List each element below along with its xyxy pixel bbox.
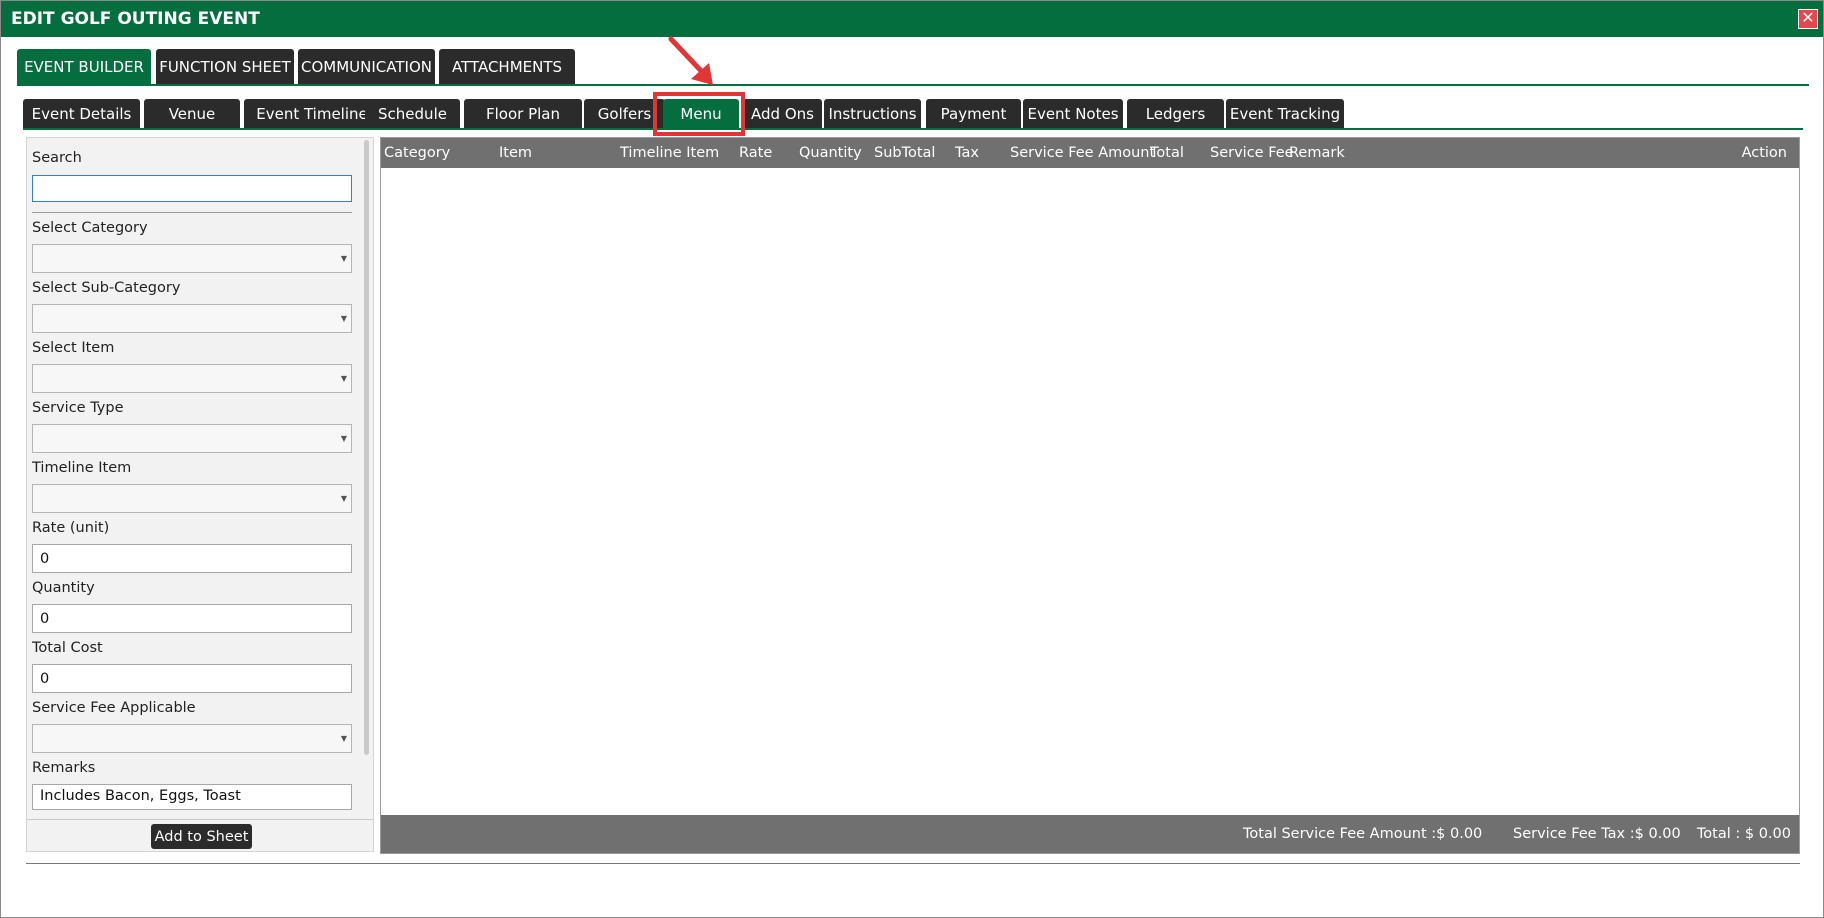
column-header-rate[interactable]: Rate — [739, 138, 772, 168]
column-header-action[interactable]: Action — [1742, 138, 1787, 168]
tab-payment[interactable]: Payment — [926, 99, 1021, 128]
column-header-tax[interactable]: Tax — [955, 138, 979, 168]
remarks-label: Remarks — [32, 760, 96, 776]
search-divider — [32, 212, 352, 213]
column-header-category[interactable]: Category — [384, 138, 450, 168]
service-fee-select[interactable]: ▼ — [32, 724, 352, 753]
total-cost-input[interactable]: 0 — [32, 664, 352, 693]
service-type-label: Service Type — [32, 400, 124, 416]
bottom-divider — [26, 863, 1800, 864]
close-icon[interactable]: ✕ — [1798, 9, 1818, 29]
remarks-input[interactable]: Includes Bacon, Eggs, Toast — [32, 784, 352, 810]
service-fee-tax: Service Fee Tax :$ 0.00 — [1513, 826, 1681, 842]
item-select[interactable]: ▼ — [32, 364, 352, 393]
tab-function-sheet[interactable]: FUNCTION SHEET — [156, 49, 294, 84]
tab-add-ons[interactable]: Add Ons — [743, 99, 822, 128]
tab-attachments[interactable]: ATTACHMENTS — [439, 49, 575, 84]
title-bar: EDIT GOLF OUTING EVENT ✕ — [1, 1, 1823, 37]
grand-total: Total : $ 0.00 — [1696, 826, 1791, 842]
quantity-label: Quantity — [32, 580, 95, 596]
grid-header-row: Category Item Timeline Item Rate Quantit… — [381, 138, 1799, 168]
chevron-down-icon: ▼ — [340, 254, 347, 263]
tab-ledgers[interactable]: Ledgers — [1127, 99, 1224, 128]
timeline-item-label: Timeline Item — [32, 460, 132, 476]
tab-floor-plan[interactable]: Floor Plan — [464, 99, 582, 128]
chevron-down-icon: ▼ — [340, 434, 347, 443]
menu-tab-highlight — [653, 92, 745, 136]
tab-event-timeline[interactable]: Event Timeline — [244, 99, 380, 128]
chevron-down-icon: ▼ — [340, 734, 347, 743]
column-header-service-fee-amount[interactable]: Service Fee Amount — [1010, 138, 1155, 168]
subcategory-label: Select Sub-Category — [32, 280, 181, 296]
tab-schedule[interactable]: Schedule — [365, 99, 460, 128]
item-label: Select Item — [32, 340, 115, 356]
grid-totals-footer: Total Service Fee Amount :$ 0.00 Service… — [381, 815, 1799, 853]
tab-instructions[interactable]: Instructions — [824, 99, 921, 128]
menu-item-form: Search Select Category ▼ Select Sub-Cate… — [26, 137, 374, 852]
subcategory-select[interactable]: ▼ — [32, 304, 352, 333]
category-label: Select Category — [32, 220, 148, 236]
column-header-item[interactable]: Item — [499, 138, 532, 168]
sub-tab-underline — [23, 128, 1803, 130]
tab-venue[interactable]: Venue — [144, 99, 240, 128]
chevron-down-icon: ▼ — [340, 374, 347, 383]
menu-items-grid: Category Item Timeline Item Rate Quantit… — [380, 137, 1800, 854]
total-cost-label: Total Cost — [32, 640, 103, 656]
column-header-remark[interactable]: Remark — [1289, 138, 1345, 168]
rate-input[interactable]: 0 — [32, 544, 352, 573]
column-header-service-fee[interactable]: Service Fee — [1210, 138, 1294, 168]
chevron-down-icon: ▼ — [340, 314, 347, 323]
edit-golf-outing-window: EDIT GOLF OUTING EVENT ✕ EVENT BUILDER F… — [0, 0, 1824, 918]
service-type-select[interactable]: ▼ — [32, 424, 352, 453]
tab-event-tracking[interactable]: Event Tracking — [1226, 99, 1344, 128]
tab-communication[interactable]: COMMUNICATION — [298, 49, 435, 84]
window-title: EDIT GOLF OUTING EVENT — [11, 9, 260, 29]
tab-event-builder[interactable]: EVENT BUILDER — [17, 49, 151, 84]
tab-event-details[interactable]: Event Details — [23, 99, 140, 128]
search-input[interactable] — [32, 175, 352, 202]
chevron-down-icon: ▼ — [340, 494, 347, 503]
search-label: Search — [32, 150, 82, 166]
column-header-total[interactable]: Total — [1150, 138, 1184, 168]
quantity-input[interactable]: 0 — [32, 604, 352, 633]
timeline-item-select[interactable]: ▼ — [32, 484, 352, 513]
service-fee-label: Service Fee Applicable — [32, 700, 196, 716]
add-to-sheet-button[interactable]: Add to Sheet — [151, 824, 252, 849]
pointer-arrow-icon — [668, 36, 713, 85]
column-header-subtotal[interactable]: SubTotal — [874, 138, 935, 168]
rate-label: Rate (unit) — [32, 520, 110, 536]
column-header-timeline-item[interactable]: Timeline Item — [620, 138, 719, 168]
category-select[interactable]: ▼ — [32, 244, 352, 273]
form-scrollbar[interactable] — [364, 140, 369, 755]
column-header-quantity[interactable]: Quantity — [799, 138, 862, 168]
tab-event-notes[interactable]: Event Notes — [1023, 99, 1123, 128]
main-tab-underline — [17, 84, 1809, 86]
total-service-fee-amount: Total Service Fee Amount :$ 0.00 — [1243, 826, 1483, 842]
form-footer-divider — [27, 819, 373, 820]
